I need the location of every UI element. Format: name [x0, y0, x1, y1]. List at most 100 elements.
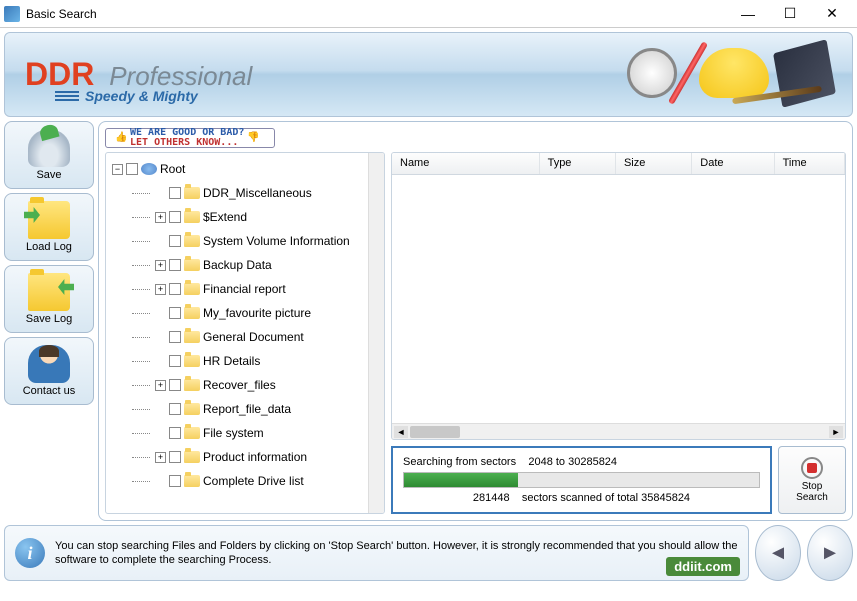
progress-scanned: 281448 — [473, 492, 510, 504]
checkbox[interactable] — [169, 355, 181, 367]
stop-icon — [801, 457, 823, 479]
progress-fill — [404, 473, 518, 487]
folder-icon — [184, 235, 200, 247]
tree-item[interactable]: File system — [108, 421, 366, 445]
feedback-banner[interactable]: 👍 WE ARE GOOD OR BAD? LET OTHERS KNOW...… — [105, 128, 275, 148]
checkbox[interactable] — [169, 331, 181, 343]
col-name[interactable]: Name — [392, 153, 540, 174]
folder-icon — [184, 355, 200, 367]
website-badge[interactable]: ddiit.com — [666, 557, 740, 576]
progress-panel: Searching from sectors 2048 to 30285824 … — [391, 446, 772, 514]
folder-icon — [184, 211, 200, 223]
checkbox[interactable] — [169, 307, 181, 319]
tree-item[interactable]: Complete Drive list — [108, 469, 366, 493]
thumbs-down-icon: 👎 — [247, 132, 259, 144]
expand-icon[interactable] — [155, 476, 166, 487]
tree-item-label: Complete Drive list — [203, 474, 304, 488]
grid-h-scrollbar[interactable]: ◄ ► — [392, 423, 845, 439]
minimize-button[interactable]: — — [727, 2, 769, 26]
tree-item[interactable]: General Document — [108, 325, 366, 349]
save-icon — [28, 129, 70, 167]
tree-item[interactable]: + Financial report — [108, 277, 366, 301]
expand-icon[interactable]: + — [155, 380, 166, 391]
grid-body — [392, 175, 845, 423]
tree-item[interactable]: + $Extend — [108, 205, 366, 229]
save-button[interactable]: Save — [4, 121, 94, 189]
grid-header: Name Type Size Date Time — [392, 153, 845, 175]
checkbox[interactable] — [169, 427, 181, 439]
col-date[interactable]: Date — [692, 153, 774, 174]
tree-panel: − Root DDR_Miscellaneous + $Extend System… — [105, 152, 385, 514]
scroll-right-icon[interactable]: ► — [829, 426, 843, 438]
expand-icon[interactable] — [155, 404, 166, 415]
tree-item[interactable]: DDR_Miscellaneous — [108, 181, 366, 205]
expand-icon[interactable] — [155, 428, 166, 439]
save-log-label: Save Log — [26, 313, 72, 325]
col-time[interactable]: Time — [775, 153, 845, 174]
checkbox[interactable] — [169, 259, 181, 271]
expand-icon[interactable]: + — [155, 284, 166, 295]
checkbox[interactable] — [126, 163, 138, 175]
stop-search-button[interactable]: Stop Search — [778, 446, 846, 514]
expand-icon[interactable] — [155, 356, 166, 367]
tree-item-label: Financial report — [203, 282, 286, 296]
checkbox[interactable] — [169, 283, 181, 295]
file-grid: Name Type Size Date Time ◄ ► — [391, 152, 846, 440]
tree-root[interactable]: − Root — [108, 157, 366, 181]
expand-icon[interactable] — [155, 236, 166, 247]
folder-tree[interactable]: − Root DDR_Miscellaneous + $Extend System… — [106, 153, 368, 513]
tree-item-label: Backup Data — [203, 258, 272, 272]
scroll-left-icon[interactable]: ◄ — [394, 426, 408, 438]
folder-icon — [184, 475, 200, 487]
tree-item[interactable]: System Volume Information — [108, 229, 366, 253]
expand-icon[interactable]: − — [112, 164, 123, 175]
tree-item-label: Report_file_data — [203, 402, 291, 416]
tree-item[interactable]: + Backup Data — [108, 253, 366, 277]
hardhat-icon — [699, 48, 769, 98]
tree-item-label: DDR_Miscellaneous — [203, 186, 312, 200]
tagline: Speedy & Mighty — [85, 88, 198, 104]
checkbox[interactable] — [169, 379, 181, 391]
scroll-thumb[interactable] — [410, 426, 460, 438]
expand-icon[interactable] — [155, 188, 166, 199]
checkbox[interactable] — [169, 475, 181, 487]
save-log-icon — [28, 273, 70, 311]
tree-scrollbar[interactable] — [368, 153, 384, 513]
nav-back-button[interactable]: ◄ — [755, 525, 801, 581]
checkbox[interactable] — [169, 235, 181, 247]
magnifier-icon — [627, 48, 677, 98]
sidebar: Save Load Log Save Log Contact us — [4, 121, 94, 521]
col-size[interactable]: Size — [616, 153, 692, 174]
tree-item-label: Product information — [203, 450, 307, 464]
checkbox[interactable] — [169, 187, 181, 199]
checkbox[interactable] — [169, 451, 181, 463]
close-button[interactable]: ✕ — [811, 2, 853, 26]
col-type[interactable]: Type — [540, 153, 616, 174]
tree-item[interactable]: Report_file_data — [108, 397, 366, 421]
expand-icon[interactable]: + — [155, 212, 166, 223]
thumbs-up-icon: 👍 — [115, 132, 127, 144]
tree-item[interactable]: HR Details — [108, 349, 366, 373]
load-log-button[interactable]: Load Log — [4, 193, 94, 261]
expand-icon[interactable] — [155, 308, 166, 319]
checkbox[interactable] — [169, 403, 181, 415]
tree-item-label: Recover_files — [203, 378, 276, 392]
hint-box: i You can stop searching Files and Folde… — [4, 525, 749, 581]
expand-icon[interactable]: + — [155, 260, 166, 271]
expand-icon[interactable] — [155, 332, 166, 343]
maximize-button[interactable]: ☐ — [769, 2, 811, 26]
tree-item[interactable]: + Product information — [108, 445, 366, 469]
window-title: Basic Search — [26, 7, 727, 21]
expand-icon[interactable]: + — [155, 452, 166, 463]
tree-item[interactable]: My_favourite picture — [108, 301, 366, 325]
tree-item[interactable]: + Recover_files — [108, 373, 366, 397]
tree-item-label: System Volume Information — [203, 234, 350, 248]
contact-us-button[interactable]: Contact us — [4, 337, 94, 405]
nav-forward-button[interactable]: ► — [807, 525, 853, 581]
save-log-button[interactable]: Save Log — [4, 265, 94, 333]
load-log-icon — [28, 201, 70, 239]
tree-item-label: My_favourite picture — [203, 306, 311, 320]
checkbox[interactable] — [169, 211, 181, 223]
brand-subtitle: Professional — [109, 61, 252, 91]
folder-icon — [184, 259, 200, 271]
